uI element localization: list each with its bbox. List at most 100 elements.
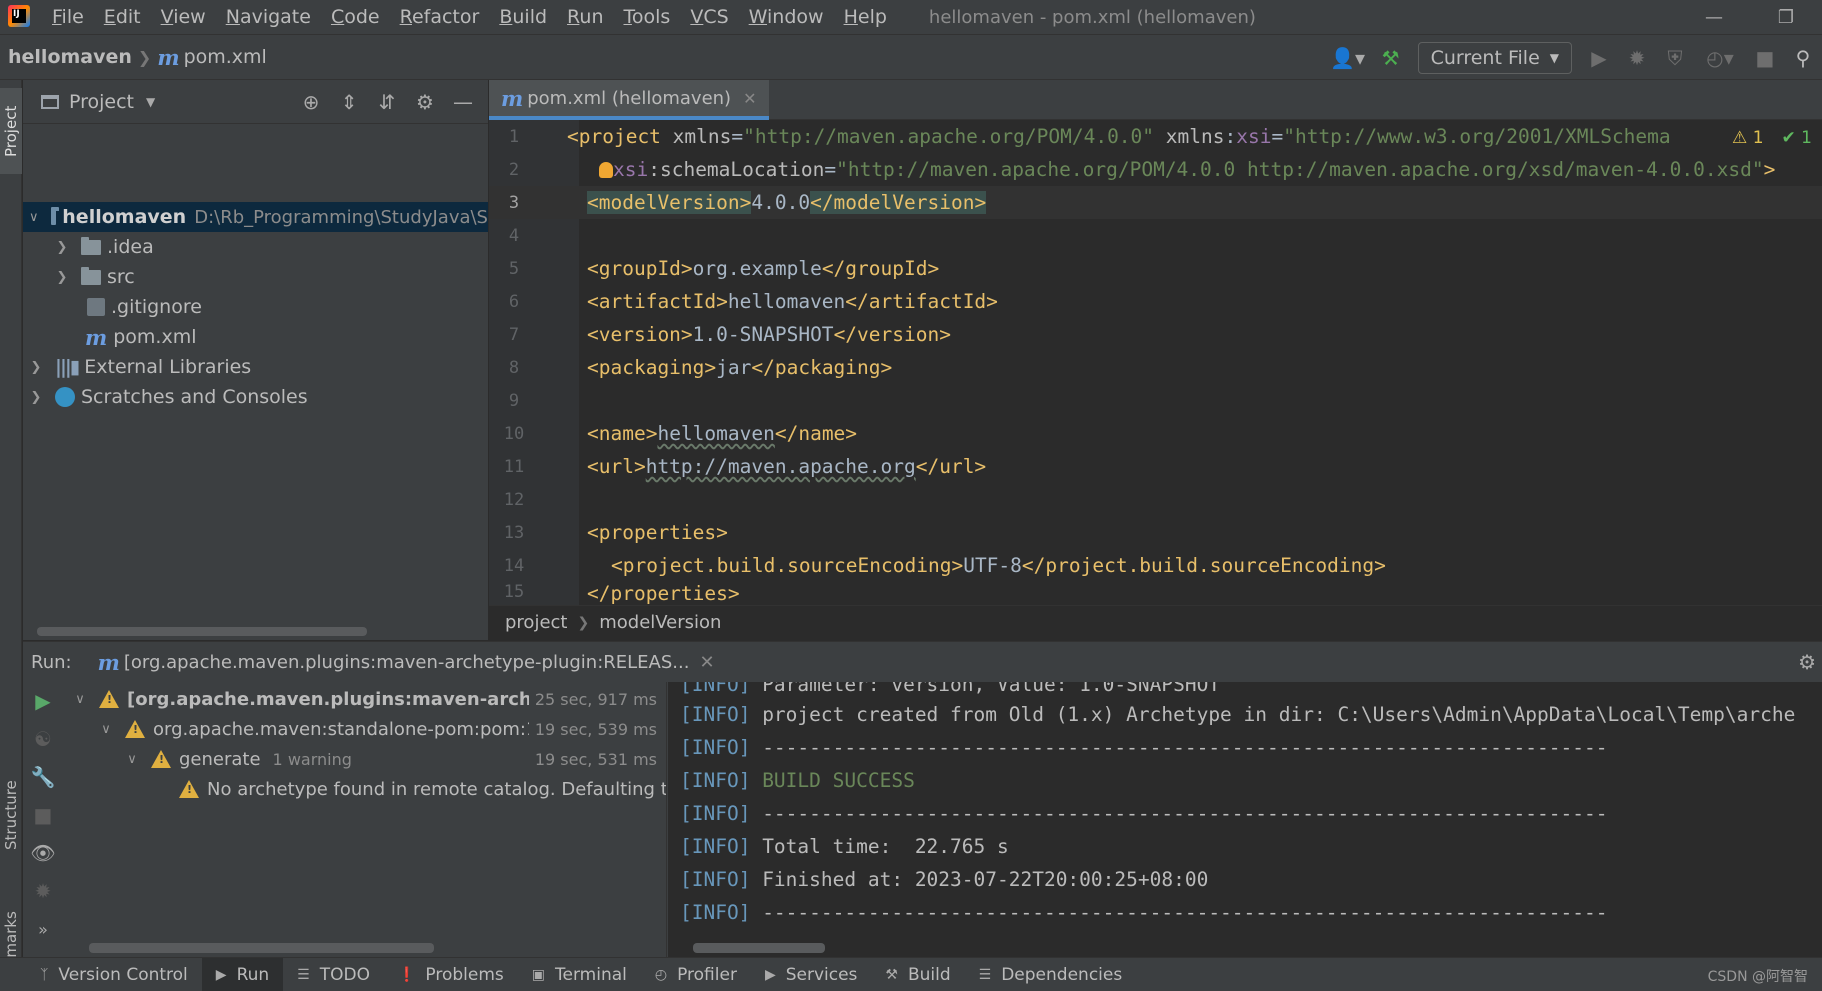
menu-window[interactable]: Window bbox=[749, 6, 824, 28]
editor-tab-pom[interactable]: m pom.xml (hellomaven) ✕ bbox=[489, 80, 769, 120]
tree-item-pom[interactable]: m pom.xml bbox=[23, 322, 488, 352]
tool-build[interactable]: ⚒ Build bbox=[871, 958, 964, 991]
code-line[interactable]: 2 xsi:schemaLocation="http://maven.apach… bbox=[489, 153, 1822, 186]
run-tree-item[interactable]: ∨ generate 1 warning 19 sec, 531 ms bbox=[67, 744, 666, 774]
hide-icon[interactable]: — bbox=[444, 83, 482, 121]
toggle-offline-icon[interactable]: ☯ bbox=[23, 720, 63, 758]
tree-item-src[interactable]: ❯ src bbox=[23, 262, 488, 292]
tool-profiler[interactable]: ◴ Profiler bbox=[641, 958, 751, 991]
structure-tool-tab[interactable]: Structure bbox=[0, 766, 22, 864]
menu-tools[interactable]: Tools bbox=[624, 6, 671, 28]
horizontal-scrollbar[interactable] bbox=[37, 627, 367, 636]
chevron-down-icon[interactable]: ∨ bbox=[125, 752, 139, 767]
menu-edit[interactable]: Edit bbox=[104, 6, 141, 28]
chevron-down-icon[interactable]: ▼ bbox=[146, 95, 155, 109]
tree-item-hellomaven[interactable]: ∨ hellomaven D:\Rb_Programming\StudyJava… bbox=[23, 202, 488, 232]
code-line[interactable]: 7 <version>1.0-SNAPSHOT</version> bbox=[489, 318, 1822, 351]
tree-item-scratches[interactable]: ❯ Scratches and Consoles bbox=[23, 382, 488, 412]
chevron-right-icon[interactable]: ❯ bbox=[29, 360, 43, 375]
project-tool-tab[interactable]: Project bbox=[0, 88, 22, 174]
tool-todo[interactable]: ☰ TODO bbox=[283, 958, 384, 991]
tool-terminal[interactable]: ▣ Terminal bbox=[518, 958, 641, 991]
menu-vcs[interactable]: VCS bbox=[690, 6, 728, 28]
chevron-down-icon[interactable]: ∨ bbox=[29, 210, 39, 225]
console-output[interactable]: [INFO] Parameter: version, Value: 1.0-SN… bbox=[668, 682, 1822, 958]
code-line[interactable]: 14 <project.build.sourceEncoding>UTF-8</… bbox=[489, 549, 1822, 582]
project-panel-title[interactable]: Project bbox=[69, 91, 134, 113]
run-tree-item[interactable]: ∨ [org.apache.maven.plugins:maven-archet… bbox=[67, 684, 666, 714]
code-line-current[interactable]: 3 <modelVersion>4.0.0</modelVersion> bbox=[489, 186, 1822, 219]
breadcrumb-modelversion[interactable]: modelVersion bbox=[599, 612, 721, 633]
horizontal-scrollbar[interactable] bbox=[693, 943, 825, 953]
menu-bar: IJ File Edit View Navigate Code Refactor… bbox=[0, 0, 1822, 34]
nav-crumb-project[interactable]: hellomaven bbox=[8, 46, 132, 68]
intention-bulb-icon[interactable] bbox=[599, 162, 613, 178]
menu-view[interactable]: View bbox=[161, 6, 206, 28]
stop-icon[interactable]: ■ bbox=[1746, 39, 1784, 77]
breadcrumb-project[interactable]: project bbox=[505, 612, 567, 633]
code-line[interactable]: 12 bbox=[489, 483, 1822, 516]
menu-navigate[interactable]: Navigate bbox=[226, 6, 311, 28]
chevron-right-icon[interactable]: ❯ bbox=[55, 240, 69, 255]
chevron-down-icon[interactable]: ∨ bbox=[73, 692, 87, 707]
tree-item-external-libraries[interactable]: ❯ |||▮ External Libraries bbox=[23, 352, 488, 382]
run-configuration-dropdown[interactable]: Current File ▼ bbox=[1417, 42, 1572, 74]
run-tree-item[interactable]: No archetype found in remote catalog. De… bbox=[67, 774, 667, 804]
menu-build[interactable]: Build bbox=[499, 6, 547, 28]
menu-run[interactable]: Run bbox=[567, 6, 603, 28]
menu-refactor[interactable]: Refactor bbox=[400, 6, 480, 28]
code-line[interactable]: 9 bbox=[489, 384, 1822, 417]
tool-services[interactable]: ▶ Services bbox=[751, 958, 871, 991]
wrench-icon[interactable]: 🔧 bbox=[23, 758, 63, 796]
gear-icon[interactable]: ⚙ bbox=[1798, 650, 1816, 674]
gear-icon[interactable]: ⚙ bbox=[406, 83, 444, 121]
close-icon[interactable]: ✕ bbox=[743, 89, 756, 108]
tree-item-gitignore[interactable]: .gitignore bbox=[23, 292, 488, 322]
tool-version-control[interactable]: ᛉ Version Control bbox=[26, 958, 202, 991]
tool-run[interactable]: ▶ Run bbox=[201, 957, 284, 991]
locate-file-icon[interactable]: ⊕ bbox=[292, 83, 330, 121]
scratches-icon bbox=[55, 387, 75, 407]
tool-problems[interactable]: ❗ Problems bbox=[384, 958, 518, 991]
more-icon[interactable]: » bbox=[23, 910, 63, 948]
restore-icon[interactable]: ❐ bbox=[1750, 0, 1822, 34]
expand-all-icon[interactable]: ⇕ bbox=[330, 83, 368, 121]
code-line[interactable]: 5 <groupId>org.example</groupId> bbox=[489, 252, 1822, 285]
close-icon[interactable]: ✕ bbox=[699, 652, 714, 673]
menu-code[interactable]: Code bbox=[331, 6, 380, 28]
run-tree-item[interactable]: ∨ org.apache.maven:standalone-pom:pom:1 … bbox=[67, 714, 666, 744]
rerun-icon[interactable]: ▶ bbox=[23, 682, 63, 720]
chevron-right-icon[interactable]: ❯ bbox=[29, 390, 43, 405]
search-icon[interactable]: ⚲ bbox=[1784, 39, 1822, 77]
code-line[interactable]: 10 <name>hellomaven</name> bbox=[489, 417, 1822, 450]
code-line[interactable]: 8 <packaging>jar</packaging> bbox=[489, 351, 1822, 384]
code-line[interactable]: 15 </properties> bbox=[489, 582, 1822, 605]
code-line[interactable]: 11 <url>http://maven.apache.org</url> bbox=[489, 450, 1822, 483]
menu-help[interactable]: Help bbox=[844, 6, 887, 28]
run-tree-label: No archetype found in remote catalog. De… bbox=[207, 778, 667, 800]
profile-icon[interactable]: ◴▾ bbox=[1694, 39, 1746, 77]
user-account-icon[interactable]: 👤▾ bbox=[1324, 39, 1372, 77]
collapse-all-icon[interactable]: ⇵ bbox=[368, 83, 406, 121]
tree-item-label: src bbox=[107, 266, 135, 288]
code-line[interactable]: 13 <properties> bbox=[489, 516, 1822, 549]
menu-file[interactable]: File bbox=[52, 6, 84, 28]
tree-item-idea[interactable]: ❯ .idea bbox=[23, 232, 488, 262]
horizontal-scrollbar[interactable] bbox=[89, 943, 434, 953]
code-line[interactable]: 1 <project xmlns="http://maven.apache.or… bbox=[489, 120, 1822, 153]
debug-icon[interactable]: ✹ bbox=[1618, 39, 1656, 77]
nav-crumb-file[interactable]: pom.xml bbox=[184, 46, 267, 68]
tool-dependencies[interactable]: ☰ Dependencies bbox=[965, 958, 1137, 991]
run-tab[interactable]: [org.apache.maven.plugins:maven-archetyp… bbox=[124, 652, 690, 673]
debug-icon[interactable]: ✹ bbox=[23, 872, 63, 910]
eye-icon[interactable]: 👁 bbox=[23, 834, 63, 872]
code-line[interactable]: 4 bbox=[489, 219, 1822, 252]
build-hammer-icon[interactable]: ⚒ bbox=[1372, 39, 1410, 77]
minimize-icon[interactable]: — bbox=[1678, 0, 1750, 34]
chevron-down-icon[interactable]: ∨ bbox=[99, 722, 113, 737]
stop-icon[interactable]: ■ bbox=[23, 796, 63, 834]
code-line[interactable]: 6 <artifactId>hellomaven</artifactId> bbox=[489, 285, 1822, 318]
coverage-icon[interactable]: ⛨ bbox=[1656, 39, 1694, 77]
chevron-right-icon[interactable]: ❯ bbox=[55, 270, 69, 285]
run-icon[interactable]: ▶ bbox=[1580, 39, 1618, 77]
